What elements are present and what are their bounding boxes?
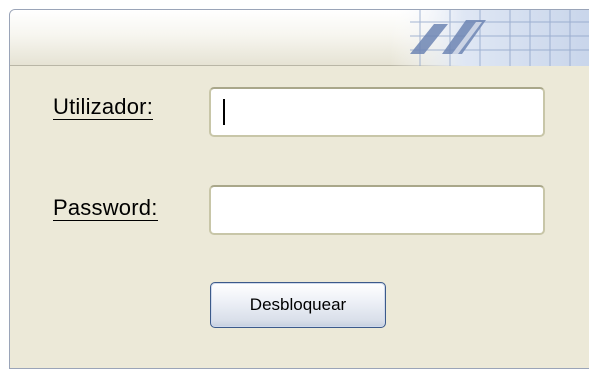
username-label-accel: U — [53, 94, 70, 119]
login-dialog: Utilizador: Password: Desbloquear — [9, 9, 589, 369]
username-label: Utilizador: — [53, 94, 154, 120]
dialog-header — [10, 10, 589, 66]
password-label: Password: — [53, 195, 158, 221]
password-label-accel: P — [53, 195, 68, 220]
text-caret — [223, 99, 225, 125]
unlock-button[interactable]: Desbloquear — [210, 282, 386, 328]
username-input[interactable] — [209, 87, 545, 137]
username-label-rest: tilizador: — [69, 94, 154, 119]
password-label-rest: assword: — [67, 195, 158, 220]
password-input[interactable] — [209, 185, 545, 235]
grid-banner-icon — [390, 10, 589, 66]
